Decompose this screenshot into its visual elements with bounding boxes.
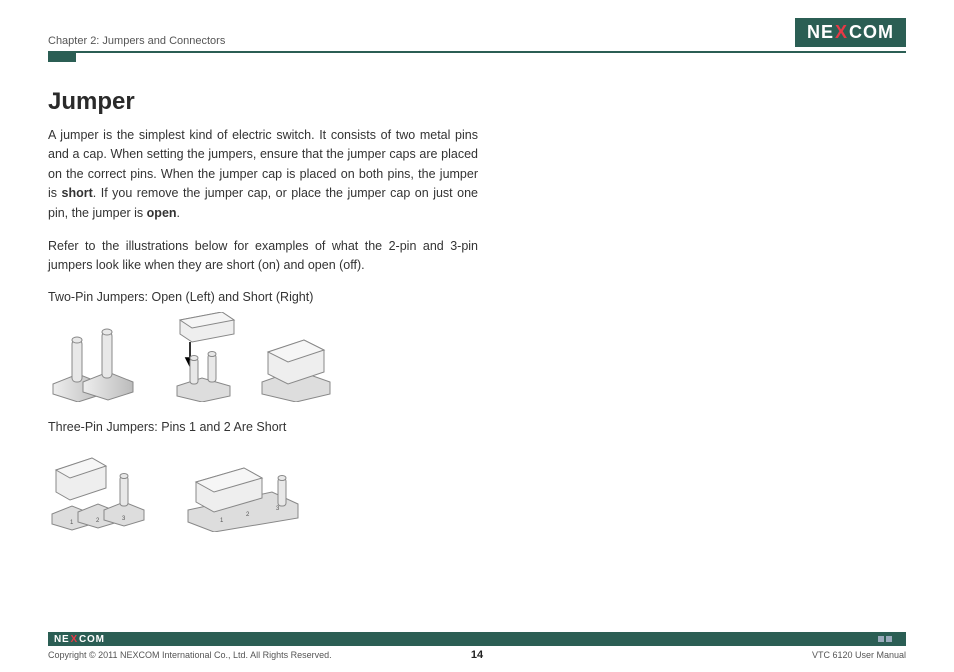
brand-x-b: X	[71, 634, 78, 645]
two-pin-open-icon	[48, 322, 138, 402]
chapter-label: Chapter 2: Jumpers and Connectors	[48, 35, 225, 47]
footer: NEXCOM Copyright © 2011 NEXCOM Internati…	[48, 632, 906, 660]
brand-right: COM	[849, 22, 894, 43]
two-pin-cap-arrow-icon	[172, 312, 242, 402]
two-pin-short-icon	[256, 322, 336, 402]
paragraph-1: A jumper is the simplest kind of electri…	[48, 126, 478, 223]
header-tab	[48, 53, 76, 62]
brand-logo-bottom: NEXCOM	[48, 634, 105, 645]
brand-right-b: COM	[79, 634, 105, 645]
p1-bold-open: open	[147, 206, 177, 220]
brand-left: NE	[807, 22, 834, 43]
brand-logo-top: NEXCOM	[795, 18, 906, 47]
manual-name: VTC 6120 User Manual	[812, 650, 906, 660]
three-pin-12short-a-icon: 123	[48, 442, 148, 532]
brand-x: X	[835, 22, 848, 43]
caption-two-pin: Two-Pin Jumpers: Open (Left) and Short (…	[48, 290, 478, 304]
footer-squares-icon	[878, 636, 902, 642]
section-title: Jumper	[48, 88, 478, 116]
p1c: . If you remove the jumper cap, or place…	[48, 186, 478, 219]
paragraph-2: Refer to the illustrations below for exa…	[48, 237, 478, 276]
caption-three-pin: Three-Pin Jumpers: Pins 1 and 2 Are Shor…	[48, 420, 478, 434]
brand-left-b: NE	[54, 634, 70, 645]
illustration-three-pin-row: 123 123	[48, 442, 478, 532]
copyright-text: Copyright © 2011 NEXCOM International Co…	[48, 650, 332, 660]
page-number: 14	[471, 649, 483, 661]
illustration-two-pin-row	[48, 312, 478, 402]
p1-bold-short: short	[62, 186, 93, 200]
header-rule	[48, 51, 906, 53]
p1e: .	[177, 206, 180, 220]
three-pin-12short-b-icon: 123	[182, 452, 302, 532]
